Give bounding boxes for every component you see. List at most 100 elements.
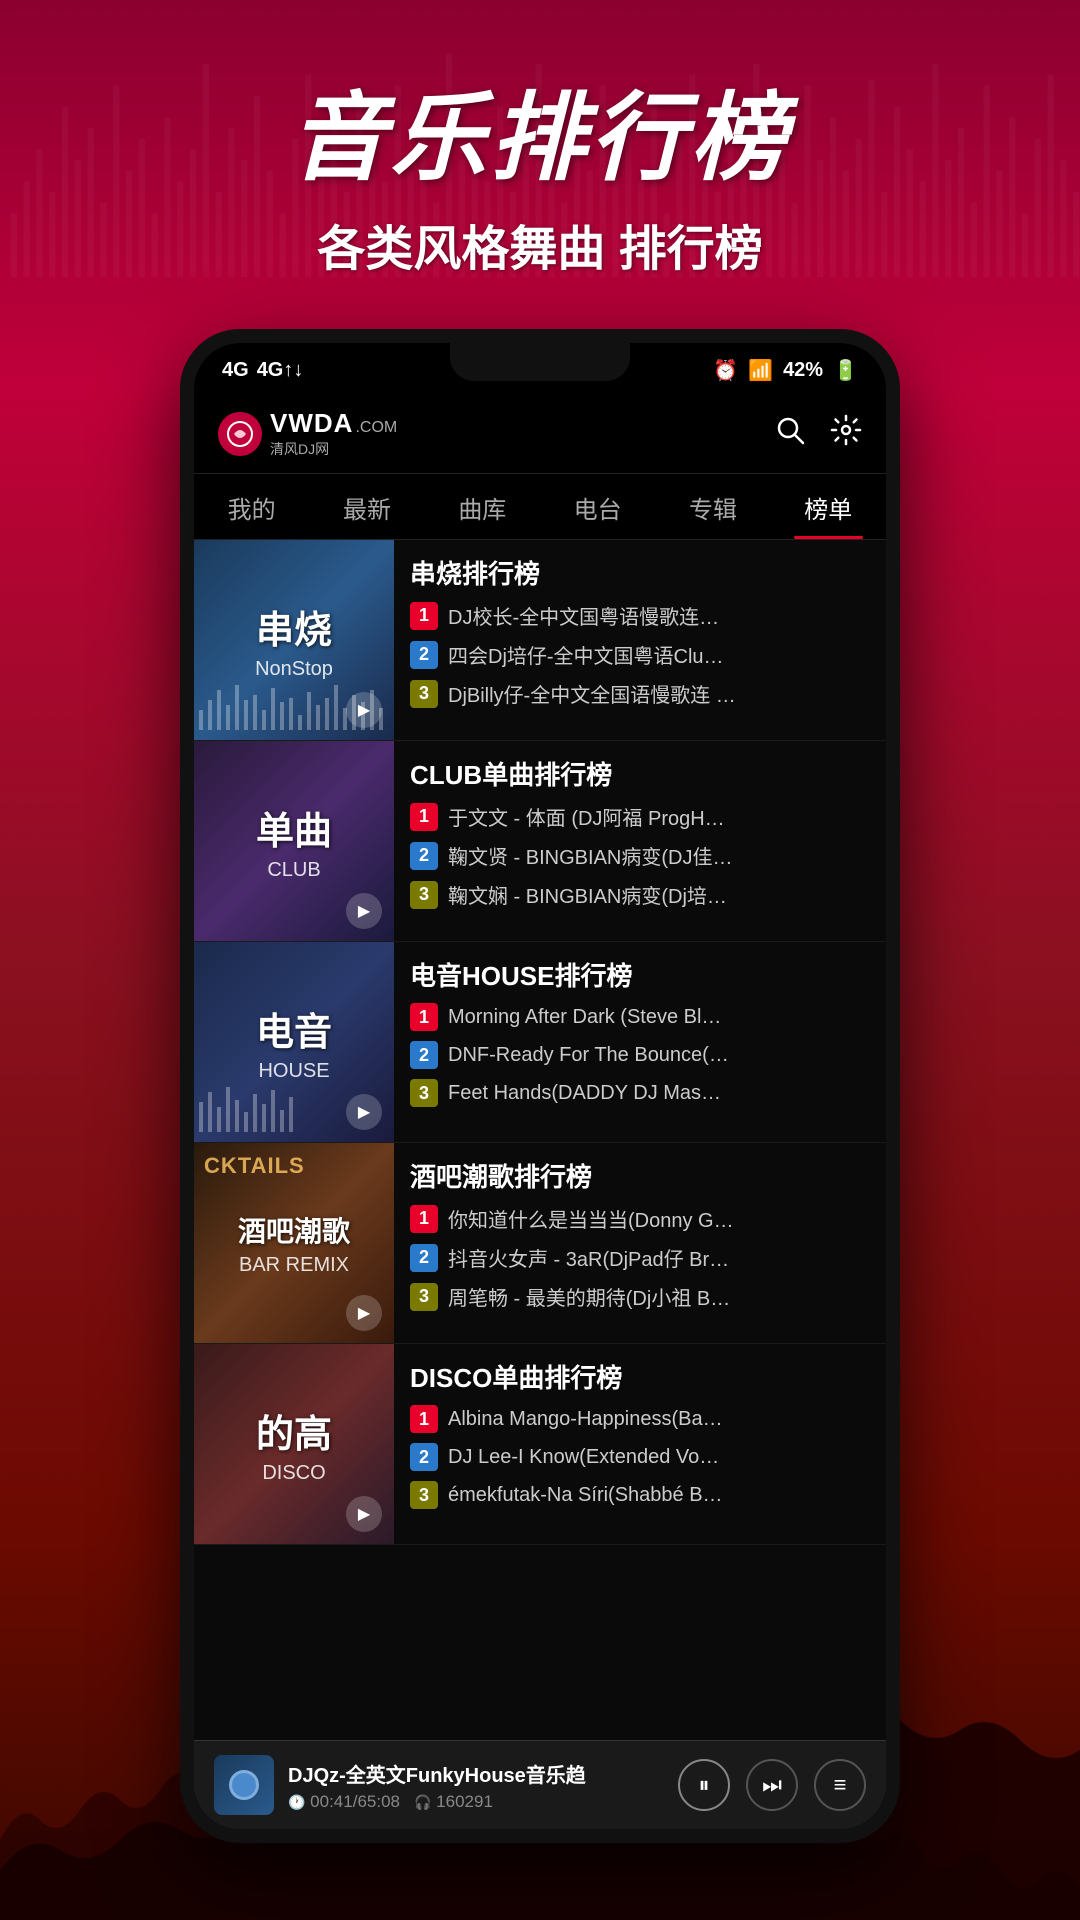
chart-mix-thumb[interactable]: 串烧 NonStop ▶ bbox=[194, 540, 394, 740]
rank-badge-h1: 1 bbox=[410, 1003, 438, 1031]
next-button[interactable]: ⏭ bbox=[746, 1759, 798, 1811]
phone-frame: 4G 4G↑↓ 13:56 ⏰ 📶 42% 🔋 bbox=[180, 329, 900, 1843]
track-house-3[interactable]: 3 Feet Hands(DADDY DJ Mas… bbox=[410, 1079, 870, 1107]
pause-button[interactable]: ⏸ bbox=[678, 1759, 730, 1811]
logo-text-group: VWDA .COM 清风DJ网 bbox=[270, 408, 397, 459]
headphone-icon: 🎧 bbox=[414, 1794, 431, 1810]
track-name-disco-2: DJ Lee-I Know(Extended Vo… bbox=[448, 1446, 870, 1469]
chart-disco-thumb-inner: 的高 DISCO ▶ bbox=[194, 1344, 394, 1544]
track-name-disco-3: émekfutak-Na Síri(Shabbé B… bbox=[448, 1484, 870, 1507]
track-mix-1[interactable]: 1 DJ校长-全中文国粤语慢歌连… bbox=[410, 601, 870, 630]
chart-disco-play[interactable]: ▶ bbox=[346, 1496, 382, 1532]
track-club-1[interactable]: 1 于文文 - 体面 (DJ阿福 ProgH… bbox=[410, 802, 870, 831]
track-disco-3[interactable]: 3 émekfutak-Na Síri(Shabbé B… bbox=[410, 1481, 870, 1509]
bottom-player: DJQz-全英文FunkyHouse音乐趋 🕐 00:41/65:08 🎧 16… bbox=[194, 1740, 886, 1829]
player-thumb[interactable] bbox=[214, 1755, 274, 1815]
track-name-bar-1: 你知道什么是当当当(Donny G… bbox=[448, 1204, 870, 1233]
chart-mix-sub-text: NonStop bbox=[255, 658, 333, 681]
menu-button[interactable]: ≡ bbox=[814, 1759, 866, 1811]
chart-disco-sub-text: DISCO bbox=[262, 1462, 325, 1485]
logo-circle bbox=[218, 412, 262, 456]
track-mix-3[interactable]: 3 DjBilly仔-全中文全国语慢歌连 … bbox=[410, 679, 870, 708]
tab-mine[interactable]: 我的 bbox=[194, 474, 309, 539]
signal-1: 4G bbox=[222, 359, 249, 382]
chart-house-tracks: 电音HOUSE排行榜 1 Morning After Dark (Steve B… bbox=[394, 942, 886, 1142]
chart-disco-title: DISCO单曲排行榜 bbox=[410, 1358, 870, 1395]
track-house-2[interactable]: 2 DNF-Ready For The Bounce(… bbox=[410, 1041, 870, 1069]
tab-new[interactable]: 最新 bbox=[309, 474, 424, 539]
rank-badge-h2: 2 bbox=[410, 1041, 438, 1069]
logo-com: .COM bbox=[355, 419, 397, 437]
rank-badge-c1: 1 bbox=[410, 803, 438, 831]
track-bar-2[interactable]: 2 抖音火女声 - 3aR(DjPad仔 Br… bbox=[410, 1243, 870, 1272]
chart-house-thumb-inner: 电音 HOUSE ▶ bbox=[194, 942, 394, 1142]
chart-house-play[interactable]: ▶ bbox=[346, 1094, 382, 1130]
rank-badge-d1: 1 bbox=[410, 1405, 438, 1433]
chart-bar-thumb-inner: CKTAILS 酒吧潮歌 BAR REMIX ▶ bbox=[194, 1143, 394, 1343]
tab-album[interactable]: 专辑 bbox=[655, 474, 770, 539]
chart-club-title: CLUB单曲排行榜 bbox=[410, 755, 870, 792]
chart-disco-tracks: DISCO单曲排行榜 1 Albina Mango-Happiness(Ba… … bbox=[394, 1344, 886, 1544]
rank-badge-d2: 2 bbox=[410, 1443, 438, 1471]
chart-club-main-text: 单曲 bbox=[256, 800, 332, 855]
chart-mix: 串烧 NonStop ▶ 串烧排行榜 1 DJ校长-全中文国粤语慢歌连… 2 四… bbox=[194, 540, 886, 741]
player-thumb-disc bbox=[229, 1770, 259, 1800]
battery-text: 42% bbox=[783, 359, 823, 382]
alarm-icon: ⏰ bbox=[713, 358, 738, 383]
chart-house-sub-text: HOUSE bbox=[258, 1060, 329, 1083]
chart-club-thumb[interactable]: 单曲 CLUB ▶ bbox=[194, 741, 394, 941]
hero-section: 音乐排行榜 各类风格舞曲 排行榜 bbox=[0, 0, 1080, 309]
track-name-disco-1: Albina Mango-Happiness(Ba… bbox=[448, 1408, 870, 1431]
chart-bar-main-text: 酒吧潮歌 bbox=[238, 1210, 350, 1250]
plays-count: 160291 bbox=[436, 1792, 493, 1811]
hero-subtitle: 各类风格舞曲 排行榜 bbox=[40, 209, 1040, 279]
logo-icon bbox=[226, 420, 254, 448]
track-mix-2[interactable]: 2 四会Dj培仔-全中文国粤语Clu… bbox=[410, 640, 870, 669]
rank-badge-1: 1 bbox=[410, 602, 438, 630]
phone-notch bbox=[450, 343, 630, 381]
chart-mix-title: 串烧排行榜 bbox=[410, 554, 870, 591]
tab-library[interactable]: 曲库 bbox=[425, 474, 540, 539]
track-name-bar-2: 抖音火女声 - 3aR(DjPad仔 Br… bbox=[448, 1243, 870, 1272]
chart-club: 单曲 CLUB ▶ CLUB单曲排行榜 1 于文文 - 体面 (DJ阿福 Pro… bbox=[194, 741, 886, 942]
chart-disco-main-text: 的高 bbox=[256, 1403, 332, 1458]
chart-club-play[interactable]: ▶ bbox=[346, 893, 382, 929]
track-name-bar-3: 周笔畅 - 最美的期待(Dj小祖 B… bbox=[448, 1282, 870, 1311]
tab-radio[interactable]: 电台 bbox=[540, 474, 655, 539]
logo-main-text: VWDA bbox=[270, 408, 353, 439]
search-icon[interactable] bbox=[774, 414, 806, 454]
track-disco-2[interactable]: 2 DJ Lee-I Know(Extended Vo… bbox=[410, 1443, 870, 1471]
track-club-2[interactable]: 2 鞠文贤 - BINGBIAN病变(DJ佳… bbox=[410, 841, 870, 870]
chart-bar-play[interactable]: ▶ bbox=[346, 1295, 382, 1331]
chart-bar-sub-text: BAR REMIX bbox=[239, 1254, 349, 1277]
chart-mix-play[interactable]: ▶ bbox=[346, 692, 382, 728]
rank-badge-3: 3 bbox=[410, 680, 438, 708]
status-right: ⏰ 📶 42% 🔋 bbox=[713, 358, 858, 383]
track-bar-1[interactable]: 1 你知道什么是当当当(Donny G… bbox=[410, 1204, 870, 1233]
track-house-1[interactable]: 1 Morning After Dark (Steve Bl… bbox=[410, 1003, 870, 1031]
chart-disco-thumb[interactable]: 的高 DISCO ▶ bbox=[194, 1344, 394, 1544]
track-name-mix-1: DJ校长-全中文国粤语慢歌连… bbox=[448, 601, 870, 630]
chart-house-title: 电音HOUSE排行榜 bbox=[410, 956, 870, 993]
chart-mix-main-text: 串烧 bbox=[256, 599, 332, 654]
chart-bar-thumb[interactable]: CKTAILS 酒吧潮歌 BAR REMIX ▶ bbox=[194, 1143, 394, 1343]
chart-house-thumb[interactable]: 电音 HOUSE ▶ bbox=[194, 942, 394, 1142]
player-time-display: 00:41/65:08 bbox=[310, 1792, 400, 1811]
track-bar-3[interactable]: 3 周笔畅 - 最美的期待(Dj小祖 B… bbox=[410, 1282, 870, 1311]
player-title: DJQz-全英文FunkyHouse音乐趋 bbox=[288, 1759, 664, 1788]
chart-bar-tracks: 酒吧潮歌排行榜 1 你知道什么是当当当(Donny G… 2 抖音火女声 - 3… bbox=[394, 1143, 886, 1343]
rank-badge-d3: 3 bbox=[410, 1481, 438, 1509]
rank-badge-c2: 2 bbox=[410, 842, 438, 870]
track-disco-1[interactable]: 1 Albina Mango-Happiness(Ba… bbox=[410, 1405, 870, 1433]
track-name-mix-2: 四会Dj培仔-全中文国粤语Clu… bbox=[448, 640, 870, 669]
track-name-club-2: 鞠文贤 - BINGBIAN病变(DJ佳… bbox=[448, 841, 870, 870]
settings-icon[interactable] bbox=[830, 414, 862, 454]
track-club-3[interactable]: 3 鞠文娴 - BINGBIAN病变(Dj培… bbox=[410, 880, 870, 909]
chart-bar-title: 酒吧潮歌排行榜 bbox=[410, 1157, 870, 1194]
tab-chart[interactable]: 榜单 bbox=[771, 474, 886, 539]
logo-sub-text: 清风DJ网 bbox=[270, 439, 397, 459]
track-name-house-2: DNF-Ready For The Bounce(… bbox=[448, 1044, 870, 1067]
rank-badge-c3: 3 bbox=[410, 881, 438, 909]
app-header: VWDA .COM 清风DJ网 bbox=[194, 394, 886, 474]
hero-title: 音乐排行榜 bbox=[40, 60, 1040, 199]
